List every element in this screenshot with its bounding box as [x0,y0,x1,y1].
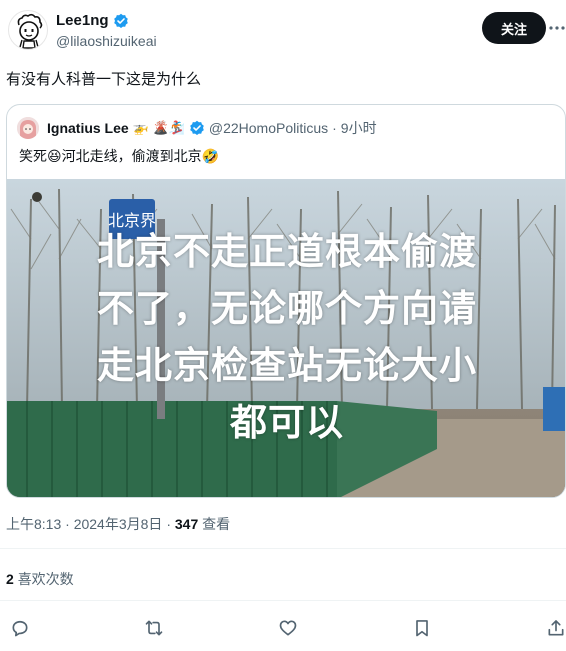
caption-line: 不了，无论哪个方向请 [97,288,477,329]
views-count[interactable]: 347 [175,516,198,532]
meta-separator: · [166,516,171,532]
divider [0,548,566,549]
share-icon[interactable] [542,614,566,642]
retweet-icon[interactable] [140,614,168,642]
likes-count: 2 [6,571,14,587]
divider [0,600,566,601]
quoted-avatar[interactable] [17,117,39,139]
author-name-row: Lee1ng [56,12,129,29]
tweet-text: 有没有人科普一下这是为什么 [6,71,202,88]
bookmark-icon[interactable] [408,614,436,642]
tweet-meta: 上午8:13 · 2024年3月8日 · 347 查看 [6,514,230,534]
tweet-header: Lee1ng @lilaoshizuikeai 关注 [0,0,566,60]
reply-icon[interactable] [6,614,34,642]
action-bar [0,614,566,642]
quoted-handle[interactable]: @22HomoPoliticus [209,120,328,136]
author-avatar[interactable] [8,10,48,50]
likes-label: 喜欢次数 [17,571,74,587]
meta-separator: · [65,516,70,532]
quoted-header: Ignatius Lee 🚁 🌋🏂 @22HomoPoliticus · 9小时 [17,117,377,139]
follow-button[interactable]: 关注 [482,12,546,44]
verified-icon [189,120,205,136]
tweet-time[interactable]: 上午8:13 [6,516,61,532]
views-label: 查看 [202,516,231,532]
caption-line: 走北京检查站无论大小 [97,345,477,386]
quoted-separator: · [332,120,337,136]
author-display-name[interactable]: Lee1ng [56,12,109,29]
quoted-name-emojis: 🚁 🌋🏂 [132,120,185,135]
like-icon[interactable] [274,614,302,642]
quoted-tweet[interactable]: Ignatius Lee 🚁 🌋🏂 @22HomoPoliticus · 9小时… [6,104,566,498]
caption-line: 北京不走正道根本偷渡 [97,231,477,272]
image-caption-overlay: 北京不走正道根本偷渡 不了，无论哪个方向请 走北京检查站无论大小 都可以 [7,223,565,451]
quoted-display-name[interactable]: Ignatius Lee [47,120,129,136]
quoted-time[interactable]: 9小时 [341,118,377,138]
author-handle[interactable]: @lilaoshizuikeai [56,33,157,49]
more-icon[interactable] [548,18,566,38]
quoted-image[interactable]: 北京界 北京不走正道根本偷渡 不了，无论哪个方向请 走北京检查站无论大小 都可以 [7,179,565,497]
tweet-date[interactable]: 2024年3月8日 [74,516,163,532]
quoted-text: 笑死😆河北走线，偷渡到北京🤣 [19,148,220,164]
likes-summary[interactable]: 2 喜欢次数 [6,569,74,589]
caption-line: 都可以 [230,402,344,443]
verified-icon [113,13,129,29]
